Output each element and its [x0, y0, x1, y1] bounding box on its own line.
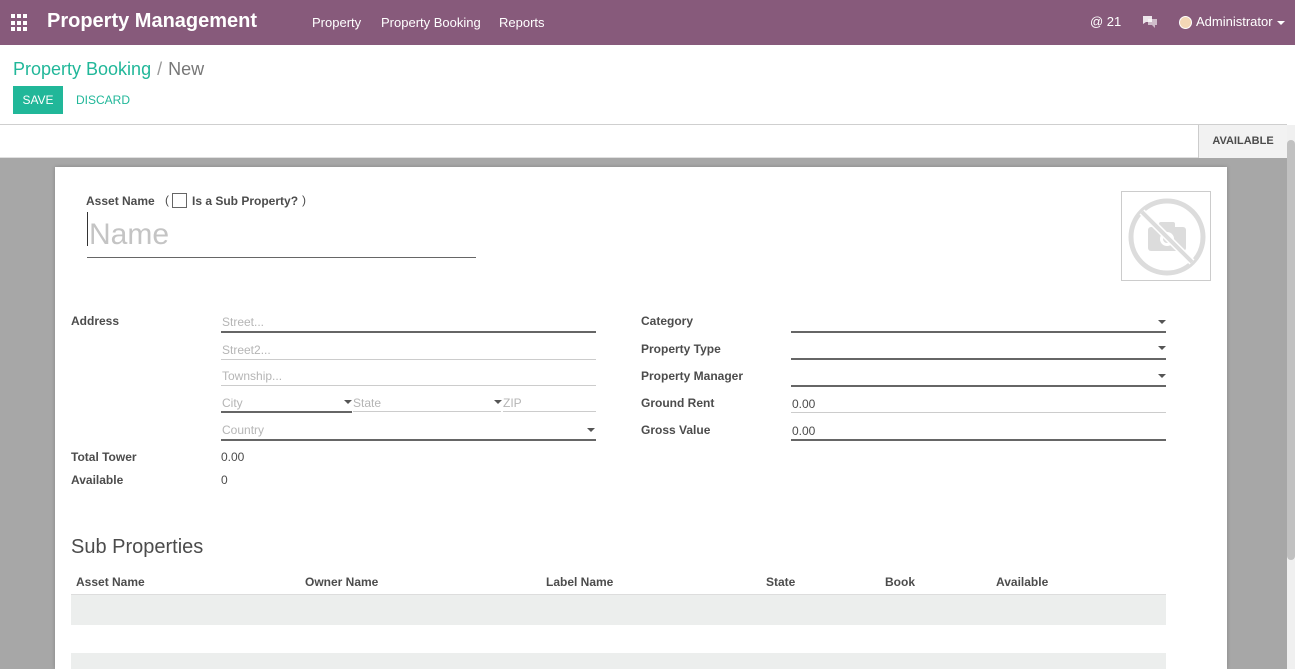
township-input[interactable]: Township... — [222, 369, 282, 383]
category-label: Category — [641, 314, 694, 328]
column-available[interactable]: Available — [996, 575, 1048, 589]
column-book[interactable]: Book — [885, 575, 915, 589]
user-name: Administrator — [1196, 14, 1273, 29]
breadcrumb-separator: / — [157, 59, 163, 79]
category-dropdown-icon[interactable] — [1158, 320, 1166, 324]
country-underline — [221, 439, 596, 441]
save-button[interactable]: SAVE — [13, 86, 63, 114]
chevron-down-icon — [1276, 20, 1285, 25]
paren-close: ) — [302, 193, 306, 207]
total-tower-label: Total Tower — [71, 450, 137, 464]
ground-rent-label: Ground Rent — [641, 396, 715, 410]
property-manager-label: Property Manager — [641, 369, 744, 383]
image-placeholder[interactable] — [1121, 191, 1211, 281]
text-cursor — [87, 212, 88, 246]
city-dropdown-icon[interactable] — [344, 400, 352, 404]
column-state[interactable]: State — [766, 575, 795, 589]
property-manager-dropdown-icon[interactable] — [1158, 374, 1166, 378]
sub-property-label: Is a Sub Property? — [192, 194, 299, 208]
discard-button[interactable]: DISCARD — [76, 93, 130, 107]
status-available-button[interactable]: AVAILABLE — [1198, 125, 1287, 158]
scrollbar-thumb[interactable] — [1287, 140, 1295, 560]
breadcrumb-parent[interactable]: Property Booking — [13, 59, 151, 79]
app-title: Property Management — [47, 10, 258, 32]
available-label: Available — [71, 473, 124, 487]
asset-name-input[interactable]: Name — [87, 212, 476, 258]
chat-icon[interactable] — [1142, 15, 1158, 29]
address-label: Address — [71, 314, 120, 328]
gross-value-underline — [791, 439, 1166, 441]
user-avatar-icon[interactable] — [1179, 16, 1192, 29]
property-type-field[interactable] — [791, 358, 1166, 360]
state-underline — [353, 411, 501, 412]
country-input[interactable]: Country — [222, 423, 264, 437]
apps-grid-icon[interactable] — [11, 14, 29, 32]
top-navbar: Property Management Property Property Bo… — [0, 0, 1295, 45]
street2-input[interactable]: Street2... — [222, 343, 271, 357]
property-type-label: Property Type — [641, 342, 721, 356]
township-underline — [221, 385, 596, 386]
asset-name-label: Asset Name — [86, 194, 155, 208]
gross-value-input[interactable]: 0.00 — [792, 424, 815, 438]
category-field[interactable] — [791, 331, 1166, 333]
status-bar — [0, 125, 1287, 158]
column-owner-name[interactable]: Owner Name — [305, 575, 378, 589]
property-type-dropdown-icon[interactable] — [1158, 346, 1166, 350]
paren-open: ( — [165, 193, 169, 207]
column-asset-name[interactable]: Asset Name — [76, 575, 145, 589]
menu-property[interactable]: Property — [312, 15, 361, 30]
sub-property-checkbox[interactable] — [172, 193, 187, 208]
table-row[interactable] — [71, 595, 1166, 625]
state-dropdown-icon[interactable] — [494, 400, 502, 404]
ground-rent-underline — [791, 412, 1166, 413]
street-input[interactable]: Street... — [222, 315, 264, 329]
table-row[interactable] — [71, 653, 1166, 669]
zip-input[interactable]: ZIP — [503, 396, 522, 410]
menu-reports[interactable]: Reports — [499, 15, 545, 30]
breadcrumb-current: New — [168, 59, 205, 79]
total-tower-value: 0.00 — [221, 450, 245, 464]
property-manager-field[interactable] — [791, 385, 1166, 387]
user-menu[interactable]: Administrator — [1196, 14, 1285, 29]
breadcrumb: Property Booking / New — [13, 59, 204, 80]
street-underline — [221, 331, 596, 333]
city-underline — [221, 411, 352, 413]
zip-underline — [503, 411, 596, 412]
state-input[interactable]: State — [353, 396, 381, 410]
country-dropdown-icon[interactable] — [587, 428, 595, 432]
menu-property-booking[interactable]: Property Booking — [381, 15, 481, 30]
city-input[interactable]: City — [222, 396, 243, 410]
ground-rent-input[interactable]: 0.00 — [792, 397, 815, 411]
column-label-name[interactable]: Label Name — [546, 575, 613, 589]
available-value: 0 — [221, 473, 228, 487]
no-camera-icon — [1128, 198, 1206, 276]
mentions-counter[interactable]: @ 21 — [1090, 14, 1121, 29]
gross-value-label: Gross Value — [641, 423, 711, 437]
sub-properties-title: Sub Properties — [71, 536, 204, 558]
street2-underline — [221, 359, 596, 360]
